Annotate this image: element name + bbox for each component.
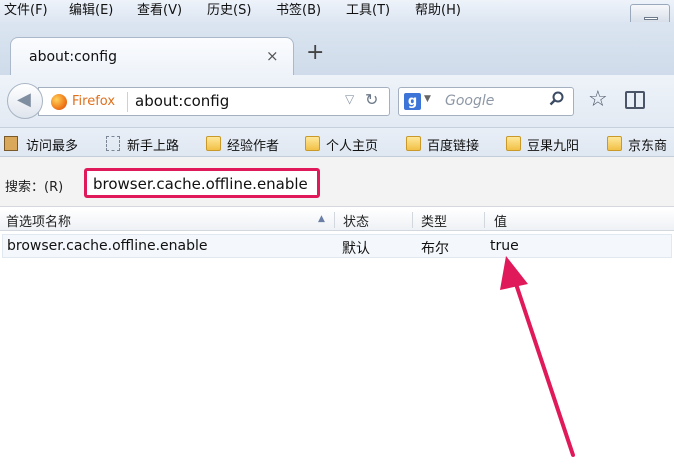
google-icon[interactable]: g <box>404 93 421 110</box>
column-divider[interactable] <box>412 212 413 228</box>
folder-icon <box>305 136 320 151</box>
menu-help[interactable]: 帮助(H) <box>415 3 461 19</box>
firefox-icon <box>51 94 67 110</box>
bookmark-star-icon[interactable]: ☆ <box>588 87 608 112</box>
identity-label: Firefox <box>72 94 116 109</box>
tab-about-config[interactable]: about:config × <box>10 37 294 75</box>
column-header-status[interactable]: 状态 <box>343 211 369 230</box>
bookmark-label: 百度链接 <box>427 139 480 154</box>
new-tab-button[interactable]: + <box>306 41 324 65</box>
url-text[interactable]: about:config <box>135 92 229 110</box>
column-header-name[interactable]: 首选项名称 <box>6 211 71 230</box>
config-search-value[interactable]: browser.cache.offline.enable <box>93 175 308 193</box>
config-search-label: 搜索：(R) <box>5 180 64 195</box>
menu-history[interactable]: 历史(S) <box>207 3 251 19</box>
table-header: 首选项名称 ▲ 状态 类型 值 <box>0 209 674 231</box>
bookmark-label: 个人主页 <box>326 139 379 154</box>
pref-value: true <box>490 238 519 254</box>
search-box[interactable]: g ▼ Google <box>398 87 574 116</box>
url-bar[interactable]: Firefox about:config ▽ ↻ <box>38 87 390 116</box>
bookmark-label: 豆果九阳 <box>527 139 580 154</box>
page-icon <box>106 136 120 151</box>
config-search-row: 搜索：(R) browser.cache.offline.enable <box>0 157 674 207</box>
pref-name: browser.cache.offline.enable <box>7 238 208 254</box>
table-row[interactable]: browser.cache.offline.enable 默认 布尔 true <box>2 234 672 258</box>
folder-icon <box>406 136 421 151</box>
divider <box>127 92 128 112</box>
sort-ascending-icon: ▲ <box>318 214 325 224</box>
menu-tools[interactable]: 工具(T) <box>346 3 390 19</box>
menu-edit[interactable]: 编辑(E) <box>69 3 113 19</box>
menu-file[interactable]: 文件(F) <box>4 3 48 19</box>
folder-icon <box>506 136 521 151</box>
bookmark-label: 京东商 <box>628 139 668 154</box>
back-arrow-icon: ◀ <box>17 89 31 110</box>
menu-bar: 文件(F) 编辑(E) 查看(V) 历史(S) 书签(B) 工具(T) 帮助(H… <box>0 0 674 26</box>
search-icon[interactable] <box>549 91 564 106</box>
pref-status: 默认 <box>342 241 370 257</box>
column-header-type[interactable]: 类型 <box>421 211 447 230</box>
bookmark-label: 访问最多 <box>26 139 79 154</box>
reload-icon[interactable]: ↻ <box>365 90 378 109</box>
menu-view[interactable]: 查看(V) <box>137 3 182 19</box>
bookmarks-toolbar: 访问最多 新手上路 经验作者 个人主页 百度链接 豆果九阳 京东商 <box>0 128 674 157</box>
book-icon <box>4 136 18 151</box>
search-placeholder[interactable]: Google <box>445 93 494 109</box>
folder-icon <box>607 136 622 151</box>
column-divider[interactable] <box>334 212 335 228</box>
bookmarks-menu-icon[interactable] <box>625 91 645 109</box>
close-icon[interactable]: × <box>266 47 279 65</box>
minimize-icon <box>644 17 658 20</box>
menu-bookmarks[interactable]: 书签(B) <box>276 3 321 19</box>
config-search-input[interactable]: browser.cache.offline.enable <box>84 168 320 198</box>
engine-dropdown-icon[interactable]: ▼ <box>424 94 431 104</box>
bookmark-label: 新手上路 <box>127 139 180 154</box>
back-button[interactable]: ◀ <box>7 83 43 119</box>
navigation-bar: Firefox about:config ▽ ↻ ◀ g ▼ Google <box>0 75 674 128</box>
folder-icon <box>206 136 221 151</box>
tab-strip: about:config × + <box>0 22 674 75</box>
tab-title: about:config <box>29 49 117 65</box>
column-divider[interactable] <box>484 212 485 228</box>
pref-type: 布尔 <box>421 241 449 257</box>
column-header-value[interactable]: 值 <box>494 211 507 230</box>
history-dropdown-icon[interactable]: ▽ <box>345 92 354 106</box>
bookmark-label: 经验作者 <box>227 139 280 154</box>
